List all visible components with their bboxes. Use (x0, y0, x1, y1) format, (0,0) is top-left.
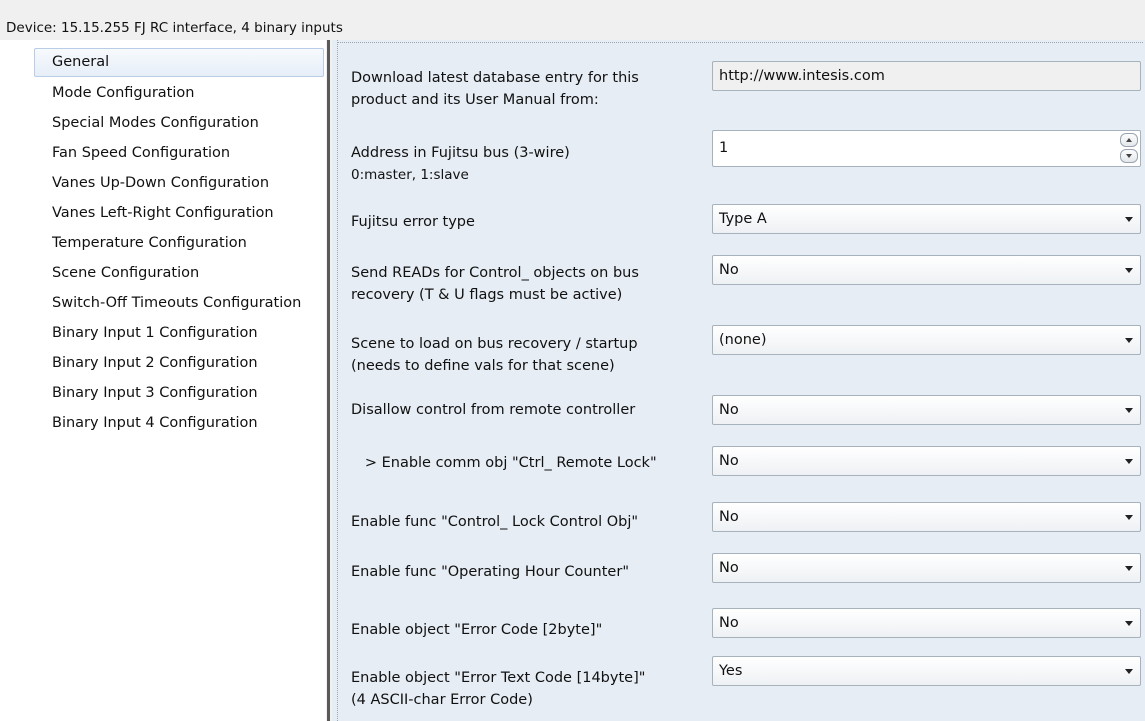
dropdown-value: Yes (719, 663, 743, 679)
chevron-down-icon (1126, 154, 1132, 158)
chevron-down-icon (1125, 217, 1133, 222)
sidebar-item-vanes-left-right-configuration[interactable]: Vanes Left-Right Configuration (34, 199, 324, 228)
param-label-line-1: Scene to load on bus recovery / startup (351, 336, 638, 352)
error-text-code-dropdown[interactable]: Yes (712, 656, 1141, 686)
param-label-address: Address in Fujitsu bus (3-wire) 0:master… (351, 142, 696, 186)
panel-border-left (337, 40, 339, 721)
sidebar-item-general[interactable]: General (34, 48, 324, 77)
sidebar-item-mode-configuration[interactable]: Mode Configuration (34, 79, 324, 108)
device-label: Device: 15.15.255 FJ RC interface, 4 bin… (6, 20, 343, 36)
chevron-up-icon (1126, 138, 1132, 142)
error-code-dropdown[interactable]: No (712, 608, 1141, 638)
chevron-down-icon (1125, 566, 1133, 571)
sidebar-item-vanes-up-down-configuration[interactable]: Vanes Up-Down Configuration (34, 169, 324, 198)
send-reads-dropdown[interactable]: No (712, 255, 1141, 285)
param-label-error-code: Enable object "Error Code [2byte]" (351, 622, 603, 638)
param-label-send-reads: Send READs for Control_ objects on bus r… (351, 262, 696, 306)
sidebar: General Mode Configuration Special Modes… (0, 40, 326, 721)
param-label-line-2: recovery (T & U flags must be active) (351, 287, 623, 303)
dropdown-value: No (719, 560, 739, 576)
sidebar-item-fan-speed-configuration[interactable]: Fan Speed Configuration (34, 139, 324, 168)
param-label-download: Download latest database entry for this … (351, 67, 696, 111)
chevron-down-icon (1125, 268, 1133, 273)
spin-buttons (1120, 133, 1138, 164)
dropdown-value: No (719, 509, 739, 525)
splitter-bar (327, 40, 330, 721)
chevron-down-icon (1125, 459, 1133, 464)
param-label-line-2: 0:master, 1:slave (351, 167, 469, 183)
dropdown-value: Type A (719, 211, 767, 227)
chevron-down-icon (1125, 515, 1133, 520)
dropdown-value: No (719, 615, 739, 631)
param-label-line-2: (needs to define vals for that scene) (351, 358, 615, 374)
param-label-error-type: Fujitsu error type (351, 214, 475, 230)
lock-control-dropdown[interactable]: No (712, 502, 1141, 532)
param-label-line-1: Download latest database entry for this (351, 70, 639, 86)
spin-up-button[interactable] (1120, 133, 1138, 147)
hour-counter-dropdown[interactable]: No (712, 553, 1141, 583)
sidebar-item-special-modes-configuration[interactable]: Special Modes Configuration (34, 109, 324, 138)
param-label-lock-control: Enable func "Control_ Lock Control Obj" (351, 514, 639, 530)
sidebar-item-switch-off-timeouts-configuration[interactable]: Switch-Off Timeouts Configuration (34, 289, 324, 318)
param-label-line-1: Send READs for Control_ objects on bus (351, 265, 639, 281)
param-label-hour-counter: Enable func "Operating Hour Counter" (351, 564, 629, 580)
param-label-line-1: Address in Fujitsu bus (3-wire) (351, 145, 570, 161)
chevron-down-icon (1125, 408, 1133, 413)
remote-lock-dropdown[interactable]: No (712, 446, 1141, 476)
address-value: 1 (719, 140, 729, 156)
sidebar-item-temperature-configuration[interactable]: Temperature Configuration (34, 229, 324, 258)
address-stepper[interactable]: 1 (712, 130, 1141, 167)
chevron-down-icon (1125, 621, 1133, 626)
spin-down-button[interactable] (1120, 149, 1138, 163)
device-header: Device: 15.15.255 FJ RC interface, 4 bin… (0, 0, 1145, 40)
param-label-disallow-remote: Disallow control from remote controller (351, 402, 636, 418)
param-label-remote-lock: > Enable comm obj "Ctrl_ Remote Lock" (351, 455, 657, 471)
download-url-field[interactable]: http://www.intesis.com (712, 61, 1141, 91)
chevron-down-icon (1125, 669, 1133, 674)
param-label-line-1: Enable object "Error Text Code [14byte]" (351, 670, 646, 686)
disallow-remote-dropdown[interactable]: No (712, 395, 1141, 425)
error-type-dropdown[interactable]: Type A (712, 204, 1141, 234)
dropdown-value: No (719, 262, 739, 278)
param-label-error-text-code: Enable object "Error Text Code [14byte]"… (351, 667, 696, 711)
sidebar-item-scene-configuration[interactable]: Scene Configuration (34, 259, 324, 288)
sidebar-item-binary-input-4-configuration[interactable]: Binary Input 4 Configuration (34, 409, 324, 438)
dropdown-value: No (719, 402, 739, 418)
chevron-down-icon (1125, 338, 1133, 343)
param-label-line-2: product and its User Manual from: (351, 92, 599, 108)
dropdown-value: No (719, 453, 739, 469)
sidebar-item-binary-input-1-configuration[interactable]: Binary Input 1 Configuration (34, 319, 324, 348)
scene-recovery-dropdown[interactable]: (none) (712, 325, 1141, 355)
panel-border-top (337, 42, 1143, 44)
param-label-scene-recovery: Scene to load on bus recovery / startup … (351, 333, 696, 377)
param-label-line-2: (4 ASCII-char Error Code) (351, 692, 533, 708)
sidebar-item-binary-input-2-configuration[interactable]: Binary Input 2 Configuration (34, 349, 324, 378)
dropdown-value: (none) (719, 332, 767, 348)
sidebar-item-binary-input-3-configuration[interactable]: Binary Input 3 Configuration (34, 379, 324, 408)
